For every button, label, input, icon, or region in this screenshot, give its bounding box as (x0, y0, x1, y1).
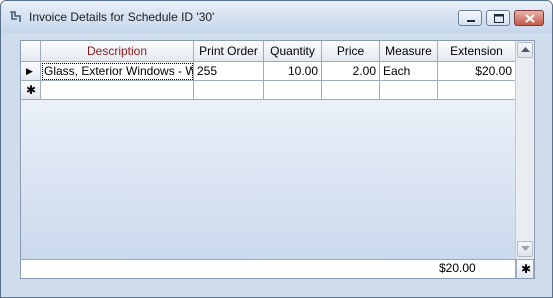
column-header-print-order[interactable]: Print Order (194, 41, 264, 62)
new-row-selector[interactable]: ✱ (21, 81, 41, 100)
table-row[interactable]: ▶ Glass, Exterior Windows - W 255 10.00 … (21, 62, 516, 81)
invoice-details-grid[interactable]: Description Print Order Quantity Price M… (20, 40, 535, 279)
vertical-scrollbar[interactable] (515, 41, 534, 259)
total-extension: $20.00 (436, 260, 516, 278)
new-cell-quantity[interactable] (264, 81, 322, 100)
scroll-down-button[interactable] (517, 241, 533, 257)
minimize-button[interactable] (458, 10, 482, 26)
cell-quantity[interactable]: 10.00 (264, 62, 322, 81)
app-icon (8, 10, 22, 24)
close-icon (525, 14, 535, 23)
chevron-down-icon (521, 246, 530, 251)
new-cell-print-order[interactable] (194, 81, 264, 100)
maximize-button[interactable] (486, 10, 510, 26)
new-row-icon: ✱ (26, 83, 37, 97)
new-cell-description[interactable] (41, 81, 194, 100)
column-header-measure[interactable]: Measure (380, 41, 438, 62)
current-row-icon: ▶ (26, 66, 33, 76)
close-button[interactable] (514, 10, 544, 26)
scroll-up-button[interactable] (517, 42, 533, 58)
asterisk-icon: ✱ (521, 262, 532, 276)
new-row[interactable]: ✱ (21, 81, 516, 100)
invoice-details-window: Invoice Details for Schedule ID '30' Des… (0, 0, 553, 298)
column-header-description[interactable]: Description (41, 41, 194, 62)
cell-measure[interactable]: Each (380, 62, 438, 81)
maximize-icon (494, 14, 504, 23)
new-cell-measure[interactable] (380, 81, 438, 100)
totals-footer: $20.00 ✱ (21, 259, 534, 278)
row-header-corner (21, 41, 41, 62)
window-title: Invoice Details for Schedule ID '30' (29, 10, 215, 24)
new-cell-extension[interactable] (438, 81, 516, 100)
column-header-price[interactable]: Price (322, 41, 380, 62)
column-header-extension[interactable]: Extension (438, 41, 516, 62)
cell-print-order[interactable]: 255 (194, 62, 264, 81)
cell-price[interactable]: 2.00 (322, 62, 380, 81)
new-cell-price[interactable] (322, 81, 380, 100)
title-bar[interactable]: Invoice Details for Schedule ID '30' (1, 1, 552, 33)
chevron-up-icon (521, 47, 530, 52)
cell-extension[interactable]: $20.00 (438, 62, 516, 81)
row-selector[interactable]: ▶ (21, 62, 41, 81)
minimize-icon (467, 20, 475, 22)
footer-corner: ✱ (516, 260, 534, 278)
column-header-quantity[interactable]: Quantity (264, 41, 322, 62)
cell-description[interactable]: Glass, Exterior Windows - W (41, 62, 194, 81)
